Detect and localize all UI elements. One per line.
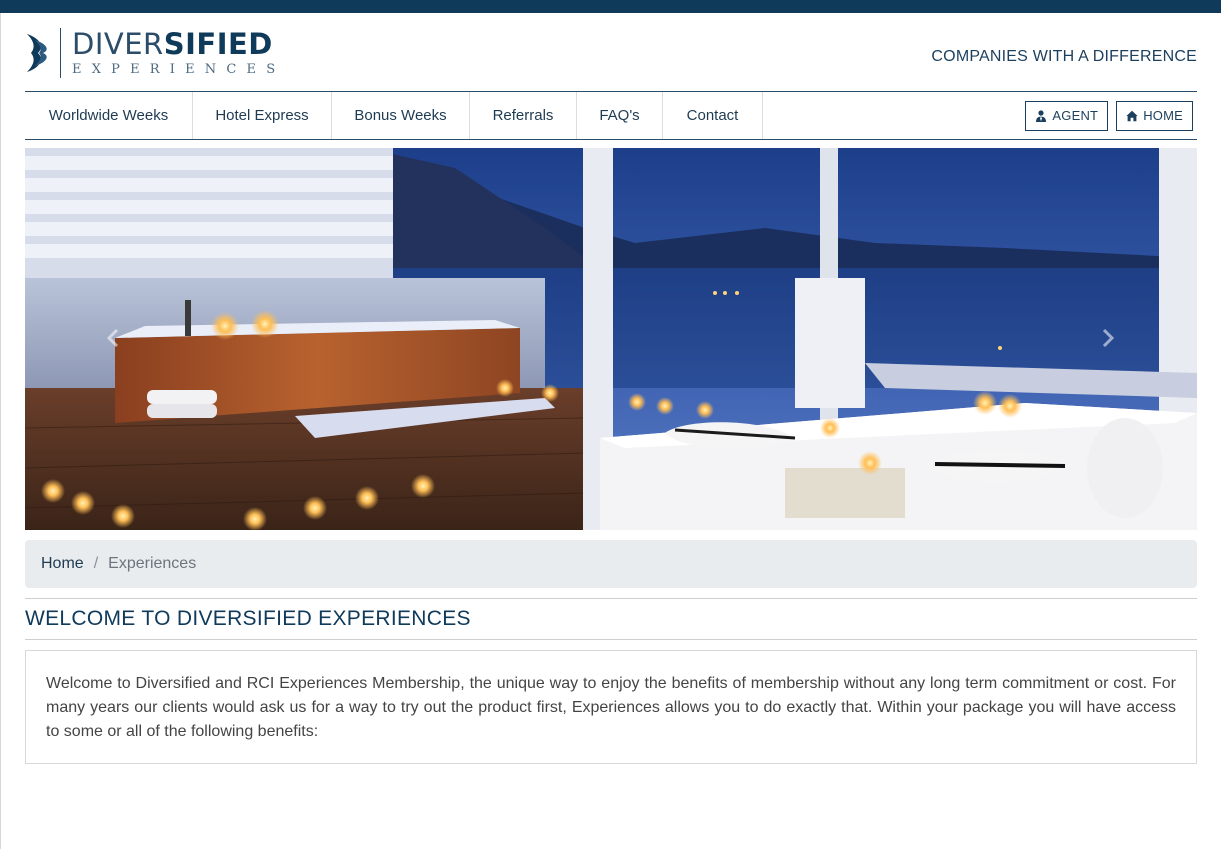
nav-item-bonus-weeks[interactable]: Bonus Weeks [332, 92, 470, 139]
hero-carousel [25, 148, 1197, 530]
nav-item-contact[interactable]: Contact [663, 92, 763, 139]
logo-word-bold: SIFIED [163, 27, 273, 61]
carousel-next-button[interactable] [1096, 323, 1120, 353]
nav-item-referrals[interactable]: Referrals [470, 92, 577, 139]
main-navigation: Worldwide Weeks Hotel Express Bonus Week… [25, 91, 1197, 140]
site-tagline: COMPANIES WITH A DIFFERENCE [931, 48, 1197, 65]
home-icon [1126, 110, 1138, 121]
intro-panel: Welcome to Diversified and RCI Experienc… [25, 650, 1197, 764]
agent-button[interactable]: AGENT [1025, 100, 1109, 131]
chevron-left-icon [106, 328, 119, 348]
breadcrumb-separator: / [93, 555, 99, 572]
agent-button-label: AGENT [1052, 108, 1099, 123]
nav-item-hotel-express[interactable]: Hotel Express [193, 92, 332, 139]
breadcrumb-current: Experiences [108, 555, 197, 572]
user-tie-icon [1036, 109, 1047, 122]
intro-paragraph: Welcome to Diversified and RCI Experienc… [46, 675, 1176, 740]
nav-item-faqs[interactable]: FAQ's [577, 92, 663, 139]
hero-image [25, 148, 1197, 530]
carousel-prev-button[interactable] [101, 323, 125, 353]
nav-item-worldwide-weeks[interactable]: Worldwide Weeks [25, 92, 193, 139]
page-title-bar: WELCOME TO DIVERSIFIED EXPERIENCES [25, 598, 1197, 640]
logo-divider [60, 28, 61, 78]
home-button[interactable]: HOME [1116, 100, 1193, 131]
logo-subtitle: EXPERIENCES [72, 62, 286, 77]
home-button-label: HOME [1143, 108, 1183, 123]
breadcrumb: Home / Experiences [25, 540, 1197, 588]
site-logo[interactable]: DIVERSIFIED EXPERIENCES [25, 27, 285, 79]
chevron-right-icon [1102, 328, 1115, 348]
logo-word-light: DIVER [72, 27, 164, 61]
page-left-border [0, 13, 1, 849]
logo-wordmark: DIVERSIFIED [72, 30, 285, 59]
logo-emblem-icon [27, 34, 47, 72]
breadcrumb-home-link[interactable]: Home [41, 555, 84, 573]
page-title: WELCOME TO DIVERSIFIED EXPERIENCES [25, 607, 471, 630]
top-accent-bar [0, 0, 1221, 13]
